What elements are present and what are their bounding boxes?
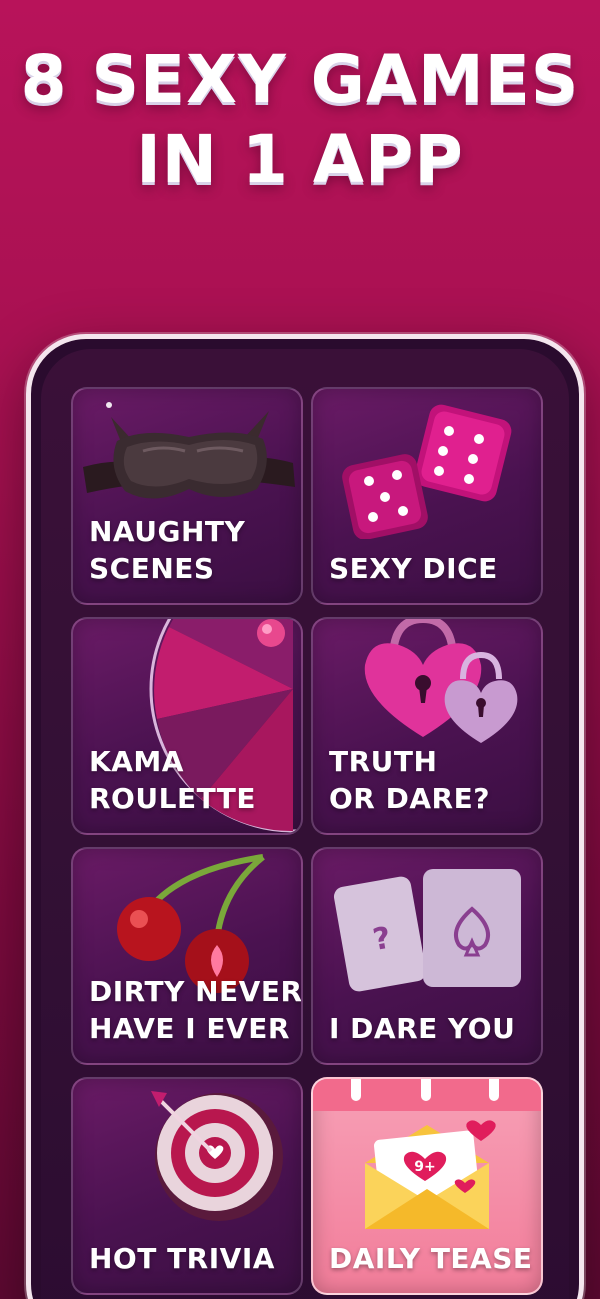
game-label: NAUGHTY SCENES xyxy=(89,513,291,587)
game-label: I DARE YOU xyxy=(329,1010,531,1047)
game-label-line-2: HAVE I EVER xyxy=(89,1012,290,1045)
game-label: HOT TRIVIA xyxy=(89,1240,291,1277)
game-label: DIRTY NEVER HAVE I EVER xyxy=(89,973,303,1047)
game-card-dirty-never-have-i-ever[interactable]: DIRTY NEVER HAVE I EVER xyxy=(71,847,303,1065)
game-card-sexy-dice[interactable]: SEXY DICE xyxy=(311,387,543,605)
dice-icon xyxy=(342,404,512,539)
game-label-line-2: OR DARE? xyxy=(329,782,490,815)
game-label-line-1: NAUGHTY xyxy=(89,515,246,548)
game-label: TRUTH OR DARE? xyxy=(329,743,531,817)
game-label-line-2: SCENES xyxy=(89,552,215,585)
game-label-line-1: DIRTY NEVER xyxy=(89,975,303,1008)
calendar-envelope-icon: 9+ xyxy=(313,1079,541,1229)
badge-count: 9+ xyxy=(414,1159,435,1175)
game-label-line-2: ROULETTE xyxy=(89,782,257,815)
game-label-line-1: TRUTH xyxy=(329,745,438,778)
game-card-hot-trivia[interactable]: HOT TRIVIA xyxy=(71,1077,303,1295)
game-card-naughty-scenes[interactable]: NAUGHTY SCENES xyxy=(71,387,303,605)
headline-line-1: 8 SEXY GAMES xyxy=(20,41,580,118)
game-label-line-2: SEXY DICE xyxy=(329,552,498,585)
game-card-i-dare-you[interactable]: ? I DARE YOU xyxy=(311,847,543,1065)
cards-icon: ? xyxy=(333,869,521,992)
headline-line-2: IN 1 APP xyxy=(136,121,464,198)
headline: 8 SEXY GAMES IN 1 APP xyxy=(0,40,600,200)
game-label-line-2: I DARE YOU xyxy=(329,1012,516,1045)
game-card-kama-roulette[interactable]: KAMA ROULETTE xyxy=(71,617,303,835)
sleep-mask-icon xyxy=(83,402,295,499)
game-label-line-2: DAILY TEASE xyxy=(329,1242,533,1275)
game-label: KAMA ROULETTE xyxy=(89,743,291,817)
game-card-truth-or-dare[interactable]: TRUTH OR DARE? xyxy=(311,617,543,835)
phone-screen: NAUGHTY SCENES SEXY DICE KAMA ROULETTE T… xyxy=(41,349,569,1299)
target-arrow-icon xyxy=(151,1091,283,1221)
game-label-line-2: HOT TRIVIA xyxy=(89,1242,275,1275)
game-label: SEXY DICE xyxy=(329,550,531,587)
phone-frame: NAUGHTY SCENES SEXY DICE KAMA ROULETTE T… xyxy=(26,334,584,1299)
game-label-line-1: KAMA xyxy=(89,745,184,778)
game-card-daily-tease[interactable]: 9+ DAILY TEASE xyxy=(311,1077,543,1295)
game-label: DAILY TEASE xyxy=(329,1240,533,1277)
